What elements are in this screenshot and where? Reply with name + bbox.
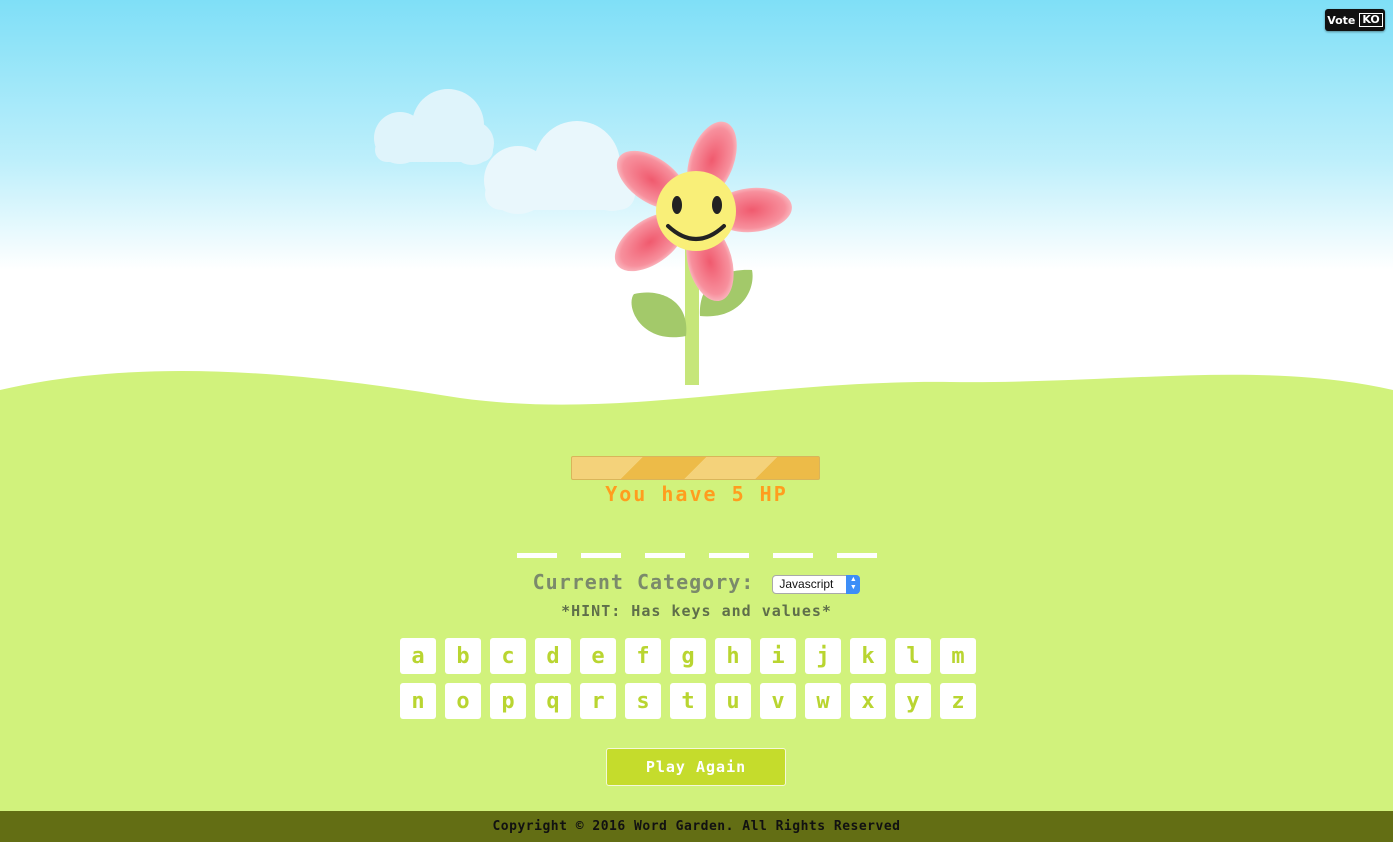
- key-j[interactable]: j: [805, 638, 841, 674]
- select-arrows-icon: ▲ ▼: [846, 574, 861, 594]
- play-again-button[interactable]: Play Again: [606, 748, 786, 786]
- hp-progress-bar: [571, 456, 820, 480]
- category-row: Current Category: Javascript ▲ ▼: [0, 570, 1393, 594]
- key-y[interactable]: y: [895, 683, 931, 719]
- key-h[interactable]: h: [715, 638, 751, 674]
- key-x[interactable]: x: [850, 683, 886, 719]
- garden-scene: [374, 89, 792, 385]
- key-w[interactable]: w: [805, 683, 841, 719]
- letter-blank: [516, 553, 557, 558]
- vote-label: Vote: [1327, 13, 1356, 27]
- key-i[interactable]: i: [760, 638, 796, 674]
- letter-blank: [708, 553, 749, 558]
- key-z[interactable]: z: [940, 683, 976, 719]
- smiley-face-icon: [656, 171, 736, 251]
- key-k[interactable]: k: [850, 638, 886, 674]
- key-c[interactable]: c: [490, 638, 526, 674]
- key-d[interactable]: d: [535, 638, 571, 674]
- key-b[interactable]: b: [445, 638, 481, 674]
- key-g[interactable]: g: [670, 638, 706, 674]
- category-select[interactable]: Javascript ▲ ▼: [772, 574, 861, 594]
- category-selected-value: Javascript: [779, 577, 834, 591]
- cloud-right: [484, 121, 637, 214]
- vote-ko-badge[interactable]: Vote KO: [1325, 9, 1385, 31]
- key-u[interactable]: u: [715, 683, 751, 719]
- category-label: Current Category:: [532, 570, 755, 594]
- key-o[interactable]: o: [445, 683, 481, 719]
- hp-status-text: You have 5 HP: [605, 482, 788, 506]
- key-e[interactable]: e: [580, 638, 616, 674]
- key-t[interactable]: t: [670, 683, 706, 719]
- key-f[interactable]: f: [625, 638, 661, 674]
- letter-blank: [836, 553, 877, 558]
- key-n[interactable]: n: [400, 683, 436, 719]
- cloud-left: [374, 89, 494, 165]
- letter-blank: [772, 553, 813, 558]
- key-q[interactable]: q: [535, 683, 571, 719]
- hint-text: *HINT: Has keys and values*: [561, 602, 832, 620]
- key-l[interactable]: l: [895, 638, 931, 674]
- letter-blank: [644, 553, 685, 558]
- key-p[interactable]: p: [490, 683, 526, 719]
- ko-logo: KO: [1359, 13, 1383, 27]
- key-m[interactable]: m: [940, 638, 976, 674]
- key-v[interactable]: v: [760, 683, 796, 719]
- word-blanks: [0, 553, 1393, 558]
- key-a[interactable]: a: [400, 638, 436, 674]
- key-s[interactable]: s: [625, 683, 661, 719]
- footer-copyright: Copyright © 2016 Word Garden. All Rights…: [0, 811, 1393, 842]
- letter-keyboard: a b c d e f g h i j k l m n o p q r s t …: [400, 638, 978, 719]
- key-r[interactable]: r: [580, 683, 616, 719]
- letter-blank: [580, 553, 621, 558]
- leaf-left-icon: [631, 292, 687, 338]
